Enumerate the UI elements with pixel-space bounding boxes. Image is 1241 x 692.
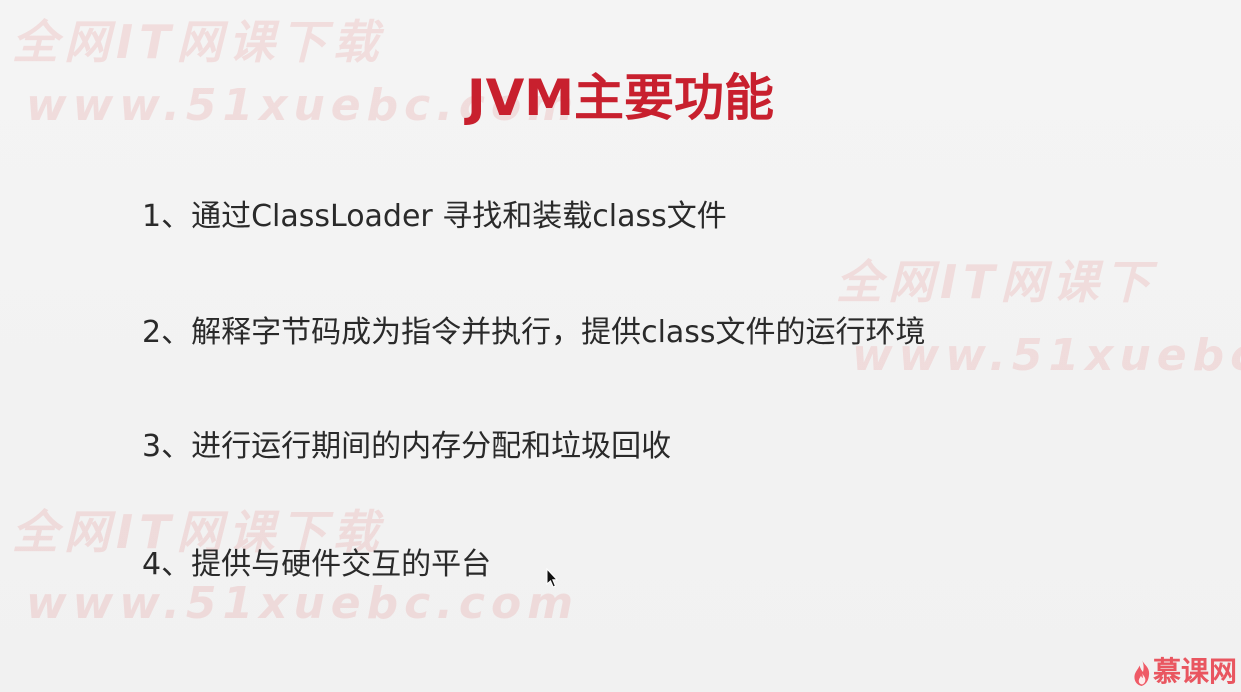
watermark-text: 全网IT网课下载 <box>12 15 385 69</box>
imooc-logo: 慕课网 <box>1123 650 1241 692</box>
presentation-slide: 全网IT网课下载 www.51xuebc.com 全网IT网课下 www.51x… <box>0 0 1241 692</box>
mouse-pointer-icon <box>546 568 558 588</box>
flame-icon <box>1134 660 1150 686</box>
bullet-point-2: 2、解释字节码成为指令并执行，提供class文件的运行环境 <box>142 315 926 350</box>
bullet-point-4: 4、提供与硬件交互的平台 <box>142 547 492 582</box>
watermark-url: www.51xuebc.com <box>26 578 580 629</box>
bullet-point-3: 3、进行运行期间的内存分配和垃圾回收 <box>142 429 672 464</box>
slide-title: JVM主要功能 <box>466 69 775 127</box>
bullet-point-1: 1、通过ClassLoader 寻找和装载class文件 <box>142 199 727 234</box>
watermark-text: 全网IT网课下 <box>836 255 1157 309</box>
logo-text: 慕课网 <box>1153 655 1238 688</box>
